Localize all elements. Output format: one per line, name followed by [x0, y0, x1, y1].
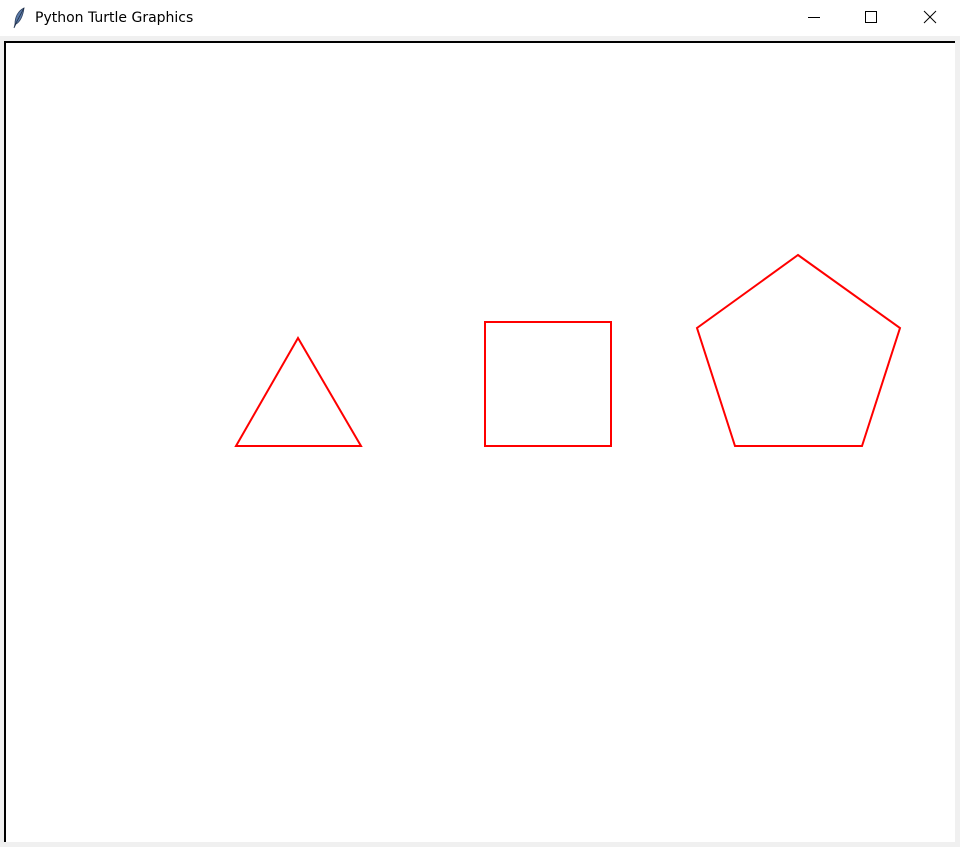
close-icon	[923, 10, 937, 24]
minimize-icon	[808, 17, 820, 18]
turtle-canvas[interactable]	[4, 41, 955, 842]
close-button[interactable]	[907, 0, 953, 36]
pentagon-shape	[695, 253, 902, 447]
maximize-button[interactable]	[848, 0, 894, 36]
window-title: Python Turtle Graphics	[35, 10, 194, 26]
maximize-icon	[865, 11, 877, 23]
square-shape	[484, 321, 612, 447]
drawing-surface	[234, 253, 902, 447]
minimize-button[interactable]	[791, 0, 837, 36]
window-frame	[0, 36, 960, 847]
feather-icon	[12, 7, 26, 29]
triangle-shape	[234, 336, 363, 447]
title-bar[interactable]: Python Turtle Graphics	[0, 0, 960, 36]
turtle-window: Python Turtle Graphics	[0, 0, 960, 847]
